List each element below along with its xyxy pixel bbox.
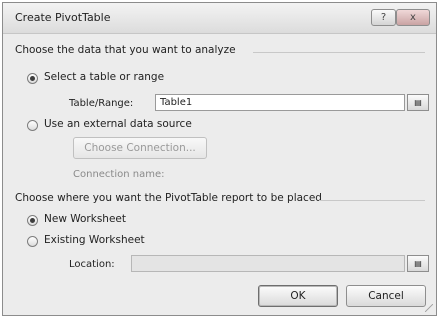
title-bar[interactable]: Create PivotTable ? x xyxy=(3,3,436,34)
radio-external-source[interactable] xyxy=(27,120,38,131)
option-existing-worksheet-label[interactable]: Existing Worksheet xyxy=(44,234,145,246)
table-range-input[interactable]: Table1 xyxy=(155,94,405,111)
help-button[interactable]: ? xyxy=(371,9,396,26)
location-input[interactable] xyxy=(131,255,405,272)
table-range-collapse-button[interactable]: ▤ xyxy=(407,94,429,111)
source-divider xyxy=(253,52,425,53)
radio-select-table[interactable] xyxy=(27,73,38,84)
destination-divider xyxy=(319,200,425,201)
cancel-button[interactable]: Cancel xyxy=(346,285,426,307)
dialog-title: Create PivotTable xyxy=(15,11,111,24)
connection-name-label: Connection name: xyxy=(73,169,165,180)
option-new-worksheet-label[interactable]: New Worksheet xyxy=(44,213,126,225)
create-pivottable-dialog: Create PivotTable ? x Choose the data th… xyxy=(2,2,437,316)
choose-connection-button[interactable]: Choose Connection... xyxy=(73,137,207,159)
resize-grip[interactable] xyxy=(425,304,433,312)
option-select-table-label[interactable]: Select a table or range xyxy=(44,71,164,83)
option-external-source-label[interactable]: Use an external data source xyxy=(44,118,192,130)
ok-button[interactable]: OK xyxy=(258,285,338,307)
table-range-label: Table/Range: xyxy=(69,98,134,109)
range-select-icon: ▤ xyxy=(414,98,422,107)
source-section-heading: Choose the data that you want to analyze xyxy=(15,44,236,56)
location-collapse-button[interactable]: ▤ xyxy=(407,255,429,272)
range-select-icon: ▤ xyxy=(414,259,422,268)
close-icon: x xyxy=(410,12,416,23)
radio-existing-worksheet[interactable] xyxy=(27,236,38,247)
location-label: Location: xyxy=(69,259,115,270)
destination-section-heading: Choose where you want the PivotTable rep… xyxy=(15,192,322,204)
close-button[interactable]: x xyxy=(396,9,430,26)
help-icon: ? xyxy=(380,12,387,23)
radio-new-worksheet[interactable] xyxy=(27,215,38,226)
